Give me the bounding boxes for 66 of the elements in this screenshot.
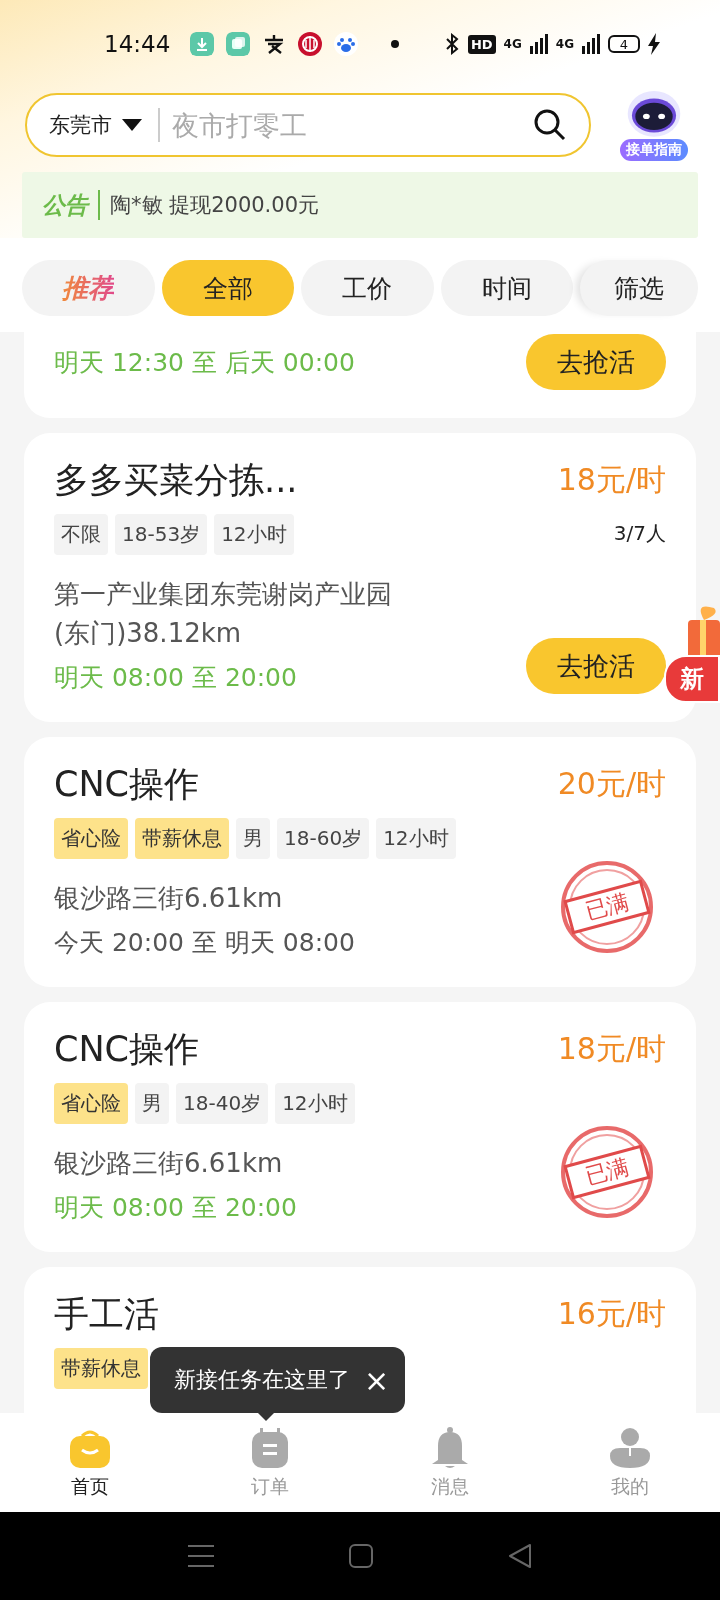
charging-icon — [648, 33, 660, 55]
requirement-tag: 18-53岁 — [115, 514, 208, 555]
clipboard-icon — [250, 1425, 290, 1470]
paw-icon — [334, 32, 359, 56]
newcomer-badge[interactable]: 新 — [664, 655, 720, 703]
person-icon — [608, 1425, 652, 1470]
bell-icon — [430, 1425, 470, 1470]
filter-tab[interactable]: 全部 — [161, 260, 294, 316]
perk-tag: 省心险 — [54, 818, 128, 859]
home-icon[interactable] — [349, 1544, 373, 1568]
announcement-label: 公告 — [42, 190, 88, 220]
work-time: 今天 20:00 至 明天 08:00 — [54, 927, 356, 959]
dot-icon — [390, 39, 401, 49]
requirement-tag: 18-40岁 — [176, 1083, 269, 1124]
job-title: CNC操作 — [54, 1028, 200, 1071]
back-icon[interactable] — [508, 1543, 533, 1569]
requirement-tag: 不限 — [54, 514, 108, 555]
job-title: 手工活 — [54, 1293, 159, 1336]
tooltip-text: 新接任务在这里了 — [174, 1366, 350, 1394]
requirement-tag: 18-60岁 — [277, 818, 370, 859]
signal-icon — [529, 34, 548, 54]
app-icon — [226, 32, 251, 56]
city-selector[interactable]: 东莞市 — [49, 111, 112, 139]
hd-indicator: HD — [467, 34, 496, 54]
work-address: 银沙路三街6.61km — [54, 882, 284, 915]
nav-tab[interactable]: 首页 — [0, 1413, 180, 1512]
job-wage: 18元/时 — [557, 1030, 666, 1068]
filter-tab[interactable]: 时间 — [440, 260, 573, 316]
network-indicator: 4G — [555, 37, 574, 51]
battery-indicator: 4 — [608, 35, 640, 53]
caret-icon — [122, 119, 142, 131]
perk-tag: 带薪休息 — [54, 1348, 148, 1389]
perk-tag: 带薪休息 — [135, 818, 229, 859]
requirement-tag: 12小时 — [214, 514, 294, 555]
job-wage: 18元/时 — [557, 461, 666, 499]
job-title: 多多买菜分拣... — [54, 459, 298, 502]
work-address: 银沙路三街6.61km — [54, 1147, 284, 1180]
bluetooth-icon — [443, 33, 460, 55]
filter-tab[interactable]: 工价 — [301, 260, 434, 316]
announcement-text: 陶*敏 提现2000.00元 — [110, 192, 319, 219]
requirement-tag: 12小时 — [376, 818, 456, 859]
requirement-tag: 12小时 — [275, 1083, 355, 1124]
grab-job-button[interactable]: 去抢活 — [526, 334, 666, 390]
download-icon — [190, 32, 215, 56]
requirement-tag: 男 — [236, 818, 270, 859]
robot-icon[interactable] — [626, 88, 682, 138]
work-time: 明天 12:30 至 后天 00:00 — [54, 346, 356, 379]
job-wage: 20元/时 — [557, 765, 666, 803]
menu-icon[interactable] — [187, 1544, 214, 1568]
job-wage: 16元/时 — [557, 1295, 666, 1333]
work-address: 第一产业集团东莞谢岗产业园(东门)38.12km — [54, 578, 393, 650]
search-bar[interactable]: 东莞市 夜市打零工 — [25, 93, 591, 157]
headcount: 3/7人 — [613, 520, 666, 547]
network-indicator: 4G — [503, 37, 522, 51]
close-button[interactable]: × — [364, 1362, 390, 1398]
bank-icon — [298, 32, 323, 56]
work-time: 明天 08:00 至 20:00 — [54, 662, 298, 694]
perk-tag: 省心险 — [54, 1083, 128, 1124]
requirement-tag: 男 — [135, 1083, 169, 1124]
filter-button[interactable]: 筛选 — [580, 260, 698, 316]
work-time: 明天 08:00 至 20:00 — [54, 1192, 298, 1224]
status-time: 14:44 — [104, 31, 171, 57]
signal-icon — [582, 34, 600, 54]
job-title: CNC操作 — [54, 763, 200, 806]
search-icon[interactable] — [533, 108, 567, 142]
grab-job-button[interactable]: 去抢活 — [526, 638, 666, 694]
